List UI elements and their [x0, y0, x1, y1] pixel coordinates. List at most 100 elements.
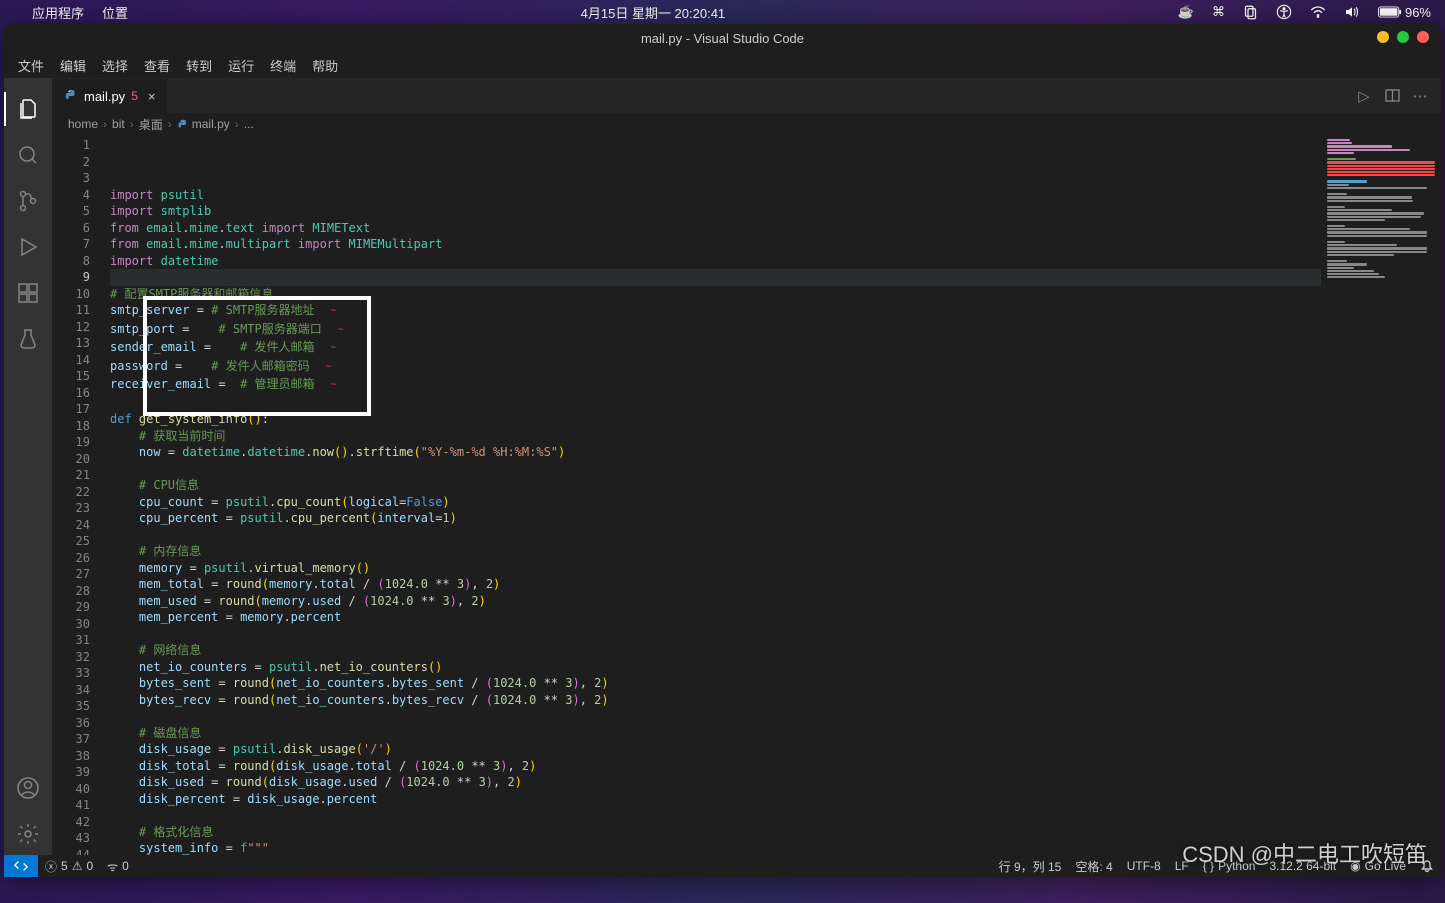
wifi-icon[interactable]: [1310, 6, 1326, 18]
problems-indicator[interactable]: ⓧ5 ⚠0: [38, 855, 100, 877]
more-actions-icon[interactable]: ⋯: [1409, 85, 1431, 107]
code-line-17[interactable]: [110, 461, 1321, 478]
code-line-11[interactable]: password = # 发件人邮箱密码 ~: [110, 358, 1321, 377]
code-line-29[interactable]: net_io_counters = psutil.net_io_counters…: [110, 659, 1321, 676]
code-line-27[interactable]: [110, 626, 1321, 643]
menu-编辑[interactable]: 编辑: [52, 53, 94, 78]
caffeine-icon[interactable]: ☕: [1178, 4, 1194, 20]
breadcrumbs[interactable]: home›bit›桌面›mail.py›...: [52, 113, 1441, 135]
code-line-14[interactable]: def get_system_info():: [110, 411, 1321, 428]
control-center-icon[interactable]: [1243, 5, 1258, 20]
file-tab[interactable]: mail.py 5 ×: [52, 78, 167, 113]
code-line-23[interactable]: memory = psutil.virtual_memory(): [110, 560, 1321, 577]
indentation[interactable]: 空格: 4: [1068, 855, 1119, 877]
code-line-9[interactable]: smtp_port = # SMTP服务器端口 ~: [110, 321, 1321, 340]
breadcrumb-segment[interactable]: bit: [112, 117, 125, 131]
accounts-icon[interactable]: [4, 767, 52, 809]
source-control-icon[interactable]: [4, 180, 52, 222]
code-line-16[interactable]: now = datetime.datetime.now().strftime("…: [110, 444, 1321, 461]
go-live[interactable]: ◉Go Live: [1343, 855, 1413, 877]
code-line-4[interactable]: from email.mime.multipart import MIMEMul…: [110, 236, 1321, 253]
code-line-20[interactable]: cpu_percent = psutil.cpu_percent(interva…: [110, 510, 1321, 527]
keyboard-icon[interactable]: ⌘: [1212, 4, 1225, 20]
remote-indicator[interactable]: [4, 855, 38, 877]
code-line-12[interactable]: receiver_email = # 管理员邮箱 ~: [110, 376, 1321, 395]
vscode-window: mail.py - Visual Studio Code 文件编辑选择查看转到运…: [4, 24, 1441, 877]
code-line-8[interactable]: smtp_server = # SMTP服务器地址 ~: [110, 302, 1321, 321]
code-line-36[interactable]: disk_used = round(disk_usage.used / (102…: [110, 774, 1321, 791]
menu-运行[interactable]: 运行: [220, 53, 262, 78]
code-line-5[interactable]: import datetime: [110, 253, 1321, 270]
code-line-15[interactable]: # 获取当前时间: [110, 428, 1321, 445]
code-line-28[interactable]: # 网络信息: [110, 642, 1321, 659]
breadcrumb-segment[interactable]: ...: [244, 117, 254, 131]
code-line-25[interactable]: mem_used = round(memory.used / (1024.0 *…: [110, 593, 1321, 610]
menu-选择[interactable]: 选择: [94, 53, 136, 78]
search-icon[interactable]: [4, 134, 52, 176]
language-mode[interactable]: { }Python: [1196, 855, 1263, 877]
code-line-18[interactable]: # CPU信息: [110, 477, 1321, 494]
code-line-34[interactable]: disk_usage = psutil.disk_usage('/'): [110, 741, 1321, 758]
menu-转到[interactable]: 转到: [178, 53, 220, 78]
code-line-1[interactable]: import psutil: [110, 187, 1321, 204]
menu-applications[interactable]: 应用程序: [32, 3, 84, 22]
volume-icon[interactable]: [1344, 5, 1360, 19]
split-editor-icon[interactable]: [1381, 85, 1403, 107]
code-line-21[interactable]: [110, 527, 1321, 544]
code-line-37[interactable]: disk_percent = disk_usage.percent: [110, 791, 1321, 808]
code-line-38[interactable]: [110, 807, 1321, 824]
notifications-icon[interactable]: [1413, 855, 1441, 877]
code-line-3[interactable]: from email.mime.text import MIMEText: [110, 220, 1321, 237]
code-line-6[interactable]: [110, 269, 1321, 286]
code-line-35[interactable]: disk_total = round(disk_usage.total / (1…: [110, 758, 1321, 775]
code-line-7[interactable]: # 配置SMTP服务器和邮箱信息: [110, 286, 1321, 303]
code-line-10[interactable]: sender_email = # 发件人邮箱 ~: [110, 339, 1321, 358]
settings-gear-icon[interactable]: [4, 813, 52, 855]
code-line-2[interactable]: import smtplib: [110, 203, 1321, 220]
testing-icon[interactable]: [4, 318, 52, 360]
menubar-datetime[interactable]: 4月15日 星期一 20:20:41: [581, 3, 726, 22]
extensions-icon[interactable]: [4, 272, 52, 314]
line-number-gutter[interactable]: 1234567891011121314151617181920212223242…: [52, 135, 110, 855]
breadcrumb-segment[interactable]: mail.py: [177, 117, 230, 131]
code-line-24[interactable]: mem_total = round(memory.total / (1024.0…: [110, 576, 1321, 593]
menu-帮助[interactable]: 帮助: [304, 53, 346, 78]
cursor-position[interactable]: 行 9，列 15: [992, 855, 1069, 877]
window-close-button[interactable]: [1417, 31, 1429, 43]
explorer-icon[interactable]: [4, 88, 52, 130]
eol[interactable]: LF: [1168, 855, 1196, 877]
accessibility-icon[interactable]: [1276, 4, 1292, 20]
code-line-13[interactable]: [110, 395, 1321, 412]
battery-icon[interactable]: 96%: [1378, 5, 1431, 20]
code-line-31[interactable]: bytes_recv = round(net_io_counters.bytes…: [110, 692, 1321, 709]
python-interpreter[interactable]: 3.12.2 64-bit: [1262, 855, 1343, 877]
ports-indicator[interactable]: ᯤ0: [100, 855, 136, 877]
code-line-19[interactable]: cpu_count = psutil.cpu_count(logical=Fal…: [110, 494, 1321, 511]
warning-icon: ⚠: [72, 859, 83, 873]
code-line-32[interactable]: [110, 708, 1321, 725]
editor-tabs: mail.py 5 × ▷ ⋯: [52, 78, 1441, 113]
code-line-33[interactable]: # 磁盘信息: [110, 725, 1321, 742]
menu-文件[interactable]: 文件: [10, 53, 52, 78]
breadcrumb-segment[interactable]: 桌面: [139, 116, 163, 133]
tab-close-icon[interactable]: ×: [144, 89, 160, 104]
breadcrumb-segment[interactable]: home: [68, 117, 98, 131]
menu-查看[interactable]: 查看: [136, 53, 178, 78]
macos-menubar: 应用程序 位置 4月15日 星期一 20:20:41 ☕ ⌘ 96%: [0, 0, 1445, 24]
window-titlebar[interactable]: mail.py - Visual Studio Code: [4, 24, 1441, 52]
run-debug-icon[interactable]: [4, 226, 52, 268]
window-minimize-button[interactable]: [1377, 31, 1389, 43]
code-line-40[interactable]: system_info = f""": [110, 840, 1321, 855]
menu-places[interactable]: 位置: [102, 3, 128, 22]
run-file-icon[interactable]: ▷: [1353, 85, 1375, 107]
code-line-26[interactable]: mem_percent = memory.percent: [110, 609, 1321, 626]
code-line-39[interactable]: # 格式化信息: [110, 824, 1321, 841]
window-maximize-button[interactable]: [1397, 31, 1409, 43]
code-editor[interactable]: import psutilimport smtplibfrom email.mi…: [110, 135, 1321, 855]
tab-error-count: 5: [131, 89, 138, 103]
code-line-30[interactable]: bytes_sent = round(net_io_counters.bytes…: [110, 675, 1321, 692]
code-line-22[interactable]: # 内存信息: [110, 543, 1321, 560]
minimap[interactable]: [1321, 135, 1441, 855]
menu-终端[interactable]: 终端: [262, 53, 304, 78]
encoding[interactable]: UTF-8: [1120, 855, 1168, 877]
